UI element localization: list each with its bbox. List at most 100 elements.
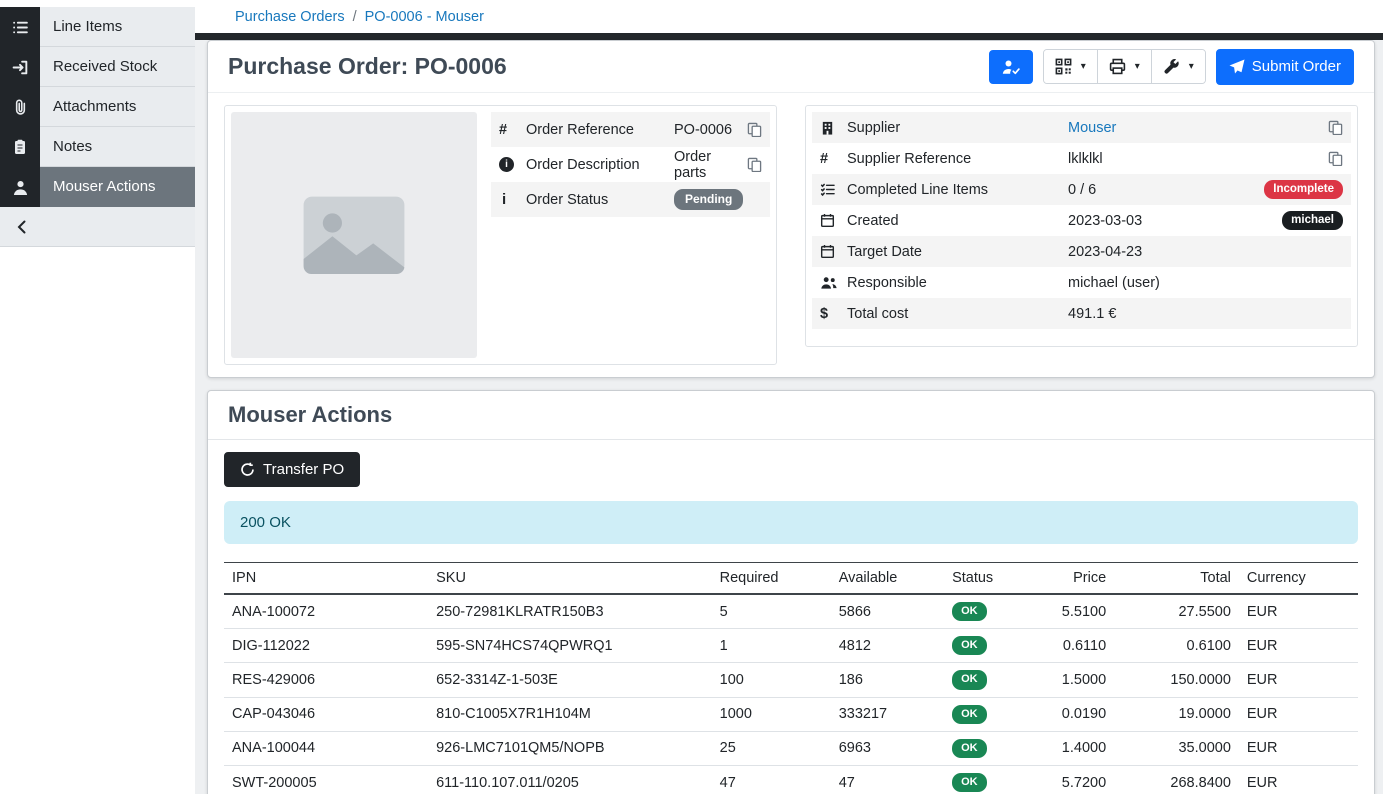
cell-currency: EUR	[1239, 697, 1358, 731]
caret-down-icon: ▾	[1081, 61, 1086, 73]
sidebar-item-label: Received Stock	[40, 47, 195, 87]
detail-value: Mouser	[1068, 120, 1263, 136]
barcode-actions-button[interactable]: ▾	[1044, 50, 1098, 83]
order-status-badge: Pending	[674, 189, 743, 209]
cell-total: 150.0000	[1114, 663, 1239, 697]
cell-price: 1.5000	[1040, 663, 1114, 697]
detail-label: Order Reference	[526, 122, 674, 138]
cell-status: OK	[944, 765, 1040, 794]
mouser-actions-header: Mouser Actions	[208, 391, 1374, 440]
cell-available: 47	[831, 765, 944, 794]
user-icon	[0, 167, 40, 207]
status-ok-badge: OK	[952, 705, 987, 724]
sidebar-item-mouser-actions[interactable]: Mouser Actions	[0, 167, 195, 207]
cell-status: OK	[944, 697, 1040, 731]
sidebar-item-notes[interactable]: Notes	[0, 127, 195, 167]
sidebar-collapse-button[interactable]	[0, 207, 195, 247]
send-icon	[1229, 59, 1245, 75]
cell-ipn: DIG-112022	[224, 629, 428, 663]
breadcrumb-link-purchase-orders[interactable]: Purchase Orders	[235, 9, 345, 25]
list-check-icon	[820, 182, 847, 197]
cell-available: 333217	[831, 697, 944, 731]
detail-label: Total cost	[847, 306, 1068, 322]
list-icon	[0, 7, 40, 47]
cell-ipn: ANA-100072	[224, 594, 428, 629]
cell-currency: EUR	[1239, 731, 1358, 765]
cell-total: 0.6100	[1114, 629, 1239, 663]
detail-row-created: Created 2023-03-03 michael	[812, 205, 1351, 236]
detail-row-order-description: i Order Description Order parts	[491, 147, 770, 182]
status-ok-badge: OK	[952, 773, 987, 792]
column-header-currency: Currency	[1239, 563, 1358, 595]
copy-icon[interactable]	[1328, 120, 1343, 135]
user-badge: michael	[1282, 211, 1343, 231]
hash-icon: #	[820, 151, 847, 167]
copy-icon[interactable]	[1328, 151, 1343, 166]
cell-sku: 250-72981KLRATR150B3	[428, 594, 712, 629]
column-header-available: Available	[831, 563, 944, 595]
breadcrumb: Purchase Orders / PO-0006 - Mouser	[195, 0, 1383, 33]
cell-currency: EUR	[1239, 629, 1358, 663]
sidebar: Line Items Received Stock Attachments No…	[0, 0, 195, 794]
detail-label: Target Date	[847, 244, 1068, 260]
detail-row-responsible: Responsible michael (user)	[812, 267, 1351, 298]
submit-order-button[interactable]: Submit Order	[1216, 49, 1354, 85]
cell-total: 27.5500	[1114, 594, 1239, 629]
print-actions-button[interactable]: ▾	[1098, 50, 1152, 83]
mouser-actions-body: Transfer PO 200 OK IPN SKU Required Avai…	[208, 440, 1374, 794]
detail-value: 491.1 €	[1068, 306, 1263, 322]
printer-icon	[1109, 58, 1126, 75]
detail-label: Created	[847, 213, 1068, 229]
order-details-section: # Order Reference PO-0006 i Order Descri…	[208, 93, 1374, 377]
detail-label: Completed Line Items	[847, 182, 1068, 198]
supplier-detail-box: Supplier Mouser # Supplier Reference lkl…	[805, 105, 1358, 347]
cell-price: 0.0190	[1040, 697, 1114, 731]
status-ok-badge: OK	[952, 636, 987, 655]
cell-required: 47	[712, 765, 831, 794]
column-header-status: Status	[944, 563, 1040, 595]
cell-required: 1000	[712, 697, 831, 731]
assign-user-button[interactable]	[989, 50, 1033, 84]
paperclip-icon	[0, 87, 40, 127]
cell-sku: 926-LMC7101QM5/NOPB	[428, 731, 712, 765]
detail-value: 0 / 6	[1068, 182, 1263, 198]
cell-available: 4812	[831, 629, 944, 663]
cell-required: 1	[712, 629, 831, 663]
copy-icon[interactable]	[747, 122, 762, 137]
top-divider	[195, 33, 1383, 40]
transfer-po-label: Transfer PO	[263, 461, 344, 478]
cell-required: 100	[712, 663, 831, 697]
status-ok-badge: OK	[952, 670, 987, 689]
cell-price: 0.6110	[1040, 629, 1114, 663]
cell-available: 6963	[831, 731, 944, 765]
cell-available: 5866	[831, 594, 944, 629]
cell-total: 35.0000	[1114, 731, 1239, 765]
breadcrumb-link-current-order[interactable]: PO-0006 - Mouser	[365, 9, 484, 25]
detail-row-supplier: Supplier Mouser	[812, 112, 1351, 143]
supplier-link[interactable]: Mouser	[1068, 120, 1116, 136]
app-root: Line Items Received Stock Attachments No…	[0, 0, 1383, 794]
transfer-po-button[interactable]: Transfer PO	[224, 452, 360, 487]
order-options-button[interactable]: ▾	[1152, 50, 1205, 83]
cell-status: OK	[944, 594, 1040, 629]
cell-price: 1.4000	[1040, 731, 1114, 765]
mouser-results-table: IPN SKU Required Available Status Price …	[224, 562, 1358, 794]
table-header-row: IPN SKU Required Available Status Price …	[224, 563, 1358, 595]
sidebar-item-label: Mouser Actions	[40, 167, 195, 207]
column-header-required: Required	[712, 563, 831, 595]
cell-currency: EUR	[1239, 765, 1358, 794]
detail-value: Order parts	[674, 149, 747, 181]
status-alert: 200 OK	[224, 501, 1358, 544]
cell-status: OK	[944, 663, 1040, 697]
sidebar-item-received-stock[interactable]: Received Stock	[0, 47, 195, 87]
part-image-placeholder[interactable]	[231, 112, 477, 358]
notes-icon	[0, 127, 40, 167]
sidebar-item-attachments[interactable]: Attachments	[0, 87, 195, 127]
sidebar-item-line-items[interactable]: Line Items	[0, 7, 195, 47]
detail-value: michael (user)	[1068, 275, 1263, 291]
copy-icon[interactable]	[747, 157, 762, 172]
table-row: ANA-100072 250-72981KLRATR150B3 5 5866 O…	[224, 594, 1358, 629]
cell-sku: 810-C1005X7R1H104M	[428, 697, 712, 731]
detail-row-target-date: Target Date 2023-04-23	[812, 236, 1351, 267]
calendar-icon	[820, 244, 847, 259]
